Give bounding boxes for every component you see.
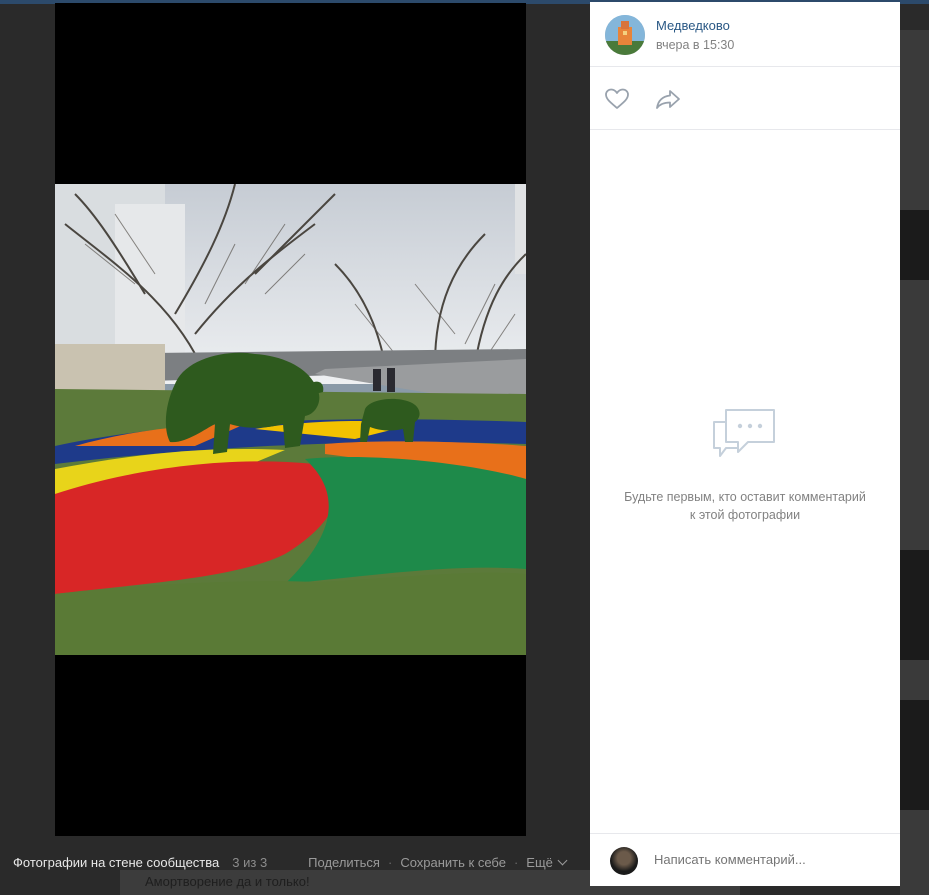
post-actions xyxy=(590,67,900,130)
separator-dot: · xyxy=(387,854,393,870)
comments-empty-message: Будьте первым, кто оставит комментарий к… xyxy=(624,490,866,522)
photo-side-panel: Медведково вчера в 15:30 Будьте первым, … xyxy=(590,2,900,886)
user-avatar[interactable] xyxy=(610,847,638,875)
comment-composer xyxy=(590,833,900,887)
background-page-edge xyxy=(900,30,929,895)
photo-counter: 3 из 3 xyxy=(232,854,268,870)
post-header: Медведково вчера в 15:30 xyxy=(590,2,900,67)
photo-viewer[interactable] xyxy=(55,3,526,836)
author-name-link[interactable]: Медведково xyxy=(656,18,730,33)
community-avatar[interactable] xyxy=(605,15,645,55)
more-menu-label: Ещё xyxy=(526,854,553,870)
share-photo-link[interactable]: Поделиться xyxy=(308,855,380,870)
post-date-link[interactable]: вчера в 15:30 xyxy=(656,38,734,52)
comment-input[interactable] xyxy=(654,852,854,867)
more-menu-link[interactable]: Ещё xyxy=(526,854,568,870)
share-arrow-icon xyxy=(656,90,680,109)
comments-empty-state: Будьте первым, кто оставит комментарий к… xyxy=(590,130,900,833)
album-title-link[interactable]: Фотографии на стене сообщества xyxy=(13,855,219,870)
comments-empty-icon xyxy=(712,408,776,473)
save-photo-link[interactable]: Сохранить к себе xyxy=(400,855,506,870)
heart-icon xyxy=(605,88,629,109)
share-button[interactable] xyxy=(654,87,682,111)
chevron-down-icon xyxy=(557,855,568,865)
separator-dot: · xyxy=(513,854,519,870)
like-button[interactable] xyxy=(604,87,630,111)
photo[interactable] xyxy=(55,184,526,655)
photo-bottom-bar: Фотографии на стене сообщества 3 из 3 По… xyxy=(0,836,590,888)
